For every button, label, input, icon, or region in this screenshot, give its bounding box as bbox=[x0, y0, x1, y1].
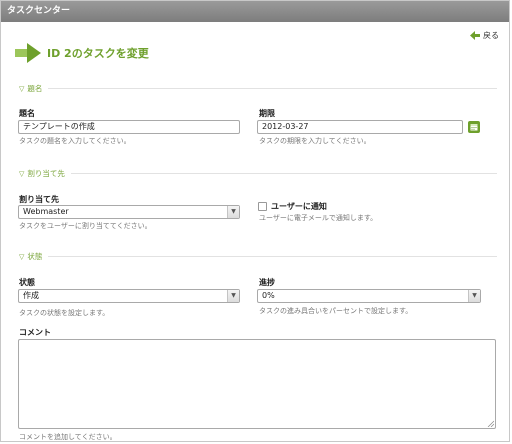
due-hint: タスクの期限を入力してください。 bbox=[259, 137, 371, 145]
page-title: ID 2のタスクを変更 bbox=[47, 47, 149, 60]
progress-label: 進捗 bbox=[259, 278, 275, 287]
notify-hint: ユーザーに電子メールで通知します。 bbox=[259, 214, 378, 222]
section-divider bbox=[70, 173, 497, 174]
state-select[interactable]: 作成 ▼ bbox=[18, 289, 240, 303]
progress-select[interactable]: 0% ▼ bbox=[257, 289, 481, 303]
section-status-label: 状態 bbox=[27, 252, 43, 261]
section-divider bbox=[48, 256, 497, 257]
back-link[interactable]: 戻る bbox=[470, 30, 499, 41]
dropdown-button[interactable]: ▼ bbox=[468, 290, 480, 302]
title-label: 題名 bbox=[19, 109, 35, 118]
chevron-down-icon: ▼ bbox=[472, 292, 477, 299]
notify-label: ユーザーに通知 bbox=[271, 202, 327, 211]
calendar-icon bbox=[470, 124, 478, 131]
comment-hint: コメントを追加してください。 bbox=[19, 433, 117, 441]
page-heading: ID 2のタスクを変更 bbox=[15, 43, 149, 63]
due-date-input[interactable]: 2012-03-27 bbox=[257, 120, 463, 134]
chevron-down-icon: ▼ bbox=[231, 292, 236, 299]
collapse-triangle-icon: ▽ bbox=[19, 169, 25, 178]
edit-arrow-icon bbox=[15, 43, 41, 63]
title-input[interactable]: テンプレートの作成 bbox=[18, 120, 240, 134]
progress-hint: タスクの進み具合いをパーセントで設定します。 bbox=[259, 307, 413, 315]
back-arrow-icon bbox=[470, 31, 480, 40]
section-status-legend[interactable]: ▽ 状態 bbox=[19, 251, 497, 262]
assignee-selected-value: Webmaster bbox=[23, 207, 69, 216]
assignee-hint: タスクをユーザーに割り当ててください。 bbox=[19, 222, 152, 230]
collapse-triangle-icon: ▽ bbox=[19, 252, 25, 261]
due-label: 期限 bbox=[259, 109, 275, 118]
progress-selected-value: 0% bbox=[262, 291, 275, 300]
notify-checkbox[interactable] bbox=[258, 202, 267, 211]
dropdown-button[interactable]: ▼ bbox=[227, 290, 239, 302]
window-titlebar: タスクセンター bbox=[1, 1, 509, 22]
collapse-triangle-icon: ▽ bbox=[19, 84, 25, 93]
assignee-label: 割り当て先 bbox=[19, 195, 59, 204]
section-divider bbox=[48, 88, 497, 89]
comment-textarea[interactable] bbox=[18, 339, 496, 429]
resize-grip-icon[interactable] bbox=[487, 420, 494, 427]
section-assign-label: 割り当て先 bbox=[27, 169, 65, 178]
section-assign-legend[interactable]: ▽ 割り当て先 bbox=[19, 168, 497, 179]
comment-label: コメント bbox=[19, 328, 51, 337]
back-label: 戻る bbox=[483, 31, 499, 40]
state-hint: タスクの状態を設定します。 bbox=[19, 309, 110, 317]
section-subject-legend[interactable]: ▽ 題名 bbox=[19, 83, 497, 94]
chevron-down-icon: ▼ bbox=[231, 208, 236, 215]
title-hint: タスクの題名を入力してください。 bbox=[19, 137, 131, 145]
task-center-window: タスクセンター 戻る ID 2のタスクを変更 ▽ 題名 題名 テンプレートの作成… bbox=[0, 0, 510, 442]
assignee-select[interactable]: Webmaster ▼ bbox=[18, 205, 240, 219]
section-subject-label: 題名 bbox=[27, 84, 43, 93]
state-label: 状態 bbox=[19, 278, 35, 287]
calendar-button[interactable] bbox=[468, 121, 480, 133]
dropdown-button[interactable]: ▼ bbox=[227, 206, 239, 218]
state-selected-value: 作成 bbox=[23, 291, 39, 300]
